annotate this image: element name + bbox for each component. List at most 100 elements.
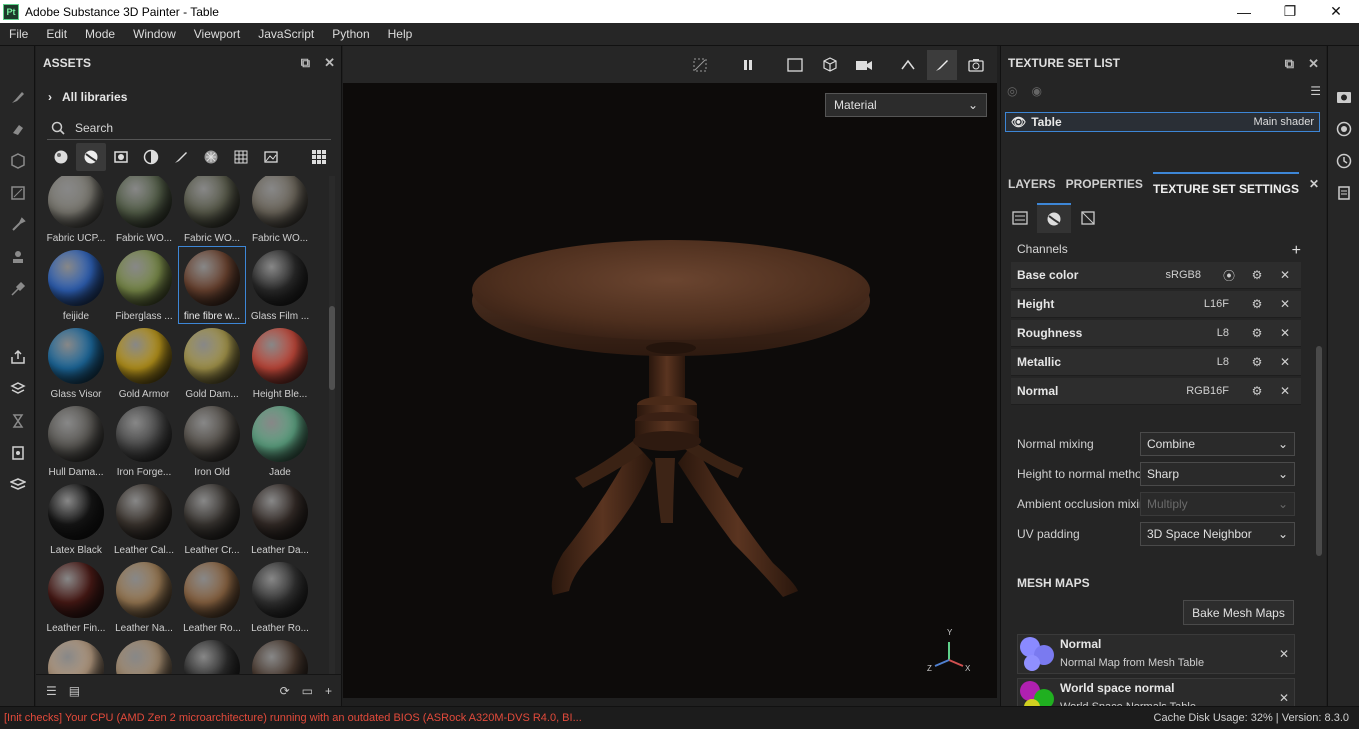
mesh-map-card[interactable]: World space normalWorld Space Normals Ta…: [1017, 678, 1295, 706]
menu-javascript[interactable]: JavaScript: [249, 27, 323, 41]
gear-icon[interactable]: ⚙: [1247, 265, 1267, 285]
asset-item[interactable]: Fiberglass ...: [110, 246, 178, 324]
tab-properties[interactable]: PROPERTIES: [1066, 177, 1143, 191]
texture-set-row[interactable]: 👁 Table Main shader: [1005, 112, 1320, 132]
undock-icon[interactable]: ⧉: [1285, 56, 1294, 72]
pause-icon[interactable]: [733, 50, 763, 80]
list-view-icon[interactable]: ▤: [69, 684, 80, 698]
channel-format[interactable]: L8: [1217, 356, 1229, 368]
menu-icon[interactable]: ☰: [1310, 84, 1321, 104]
close-icon[interactable]: ✕: [1308, 56, 1319, 72]
hidden-eye-icon[interactable]: ◎: [1007, 84, 1017, 104]
menu-help[interactable]: Help: [379, 27, 422, 41]
asset-item[interactable]: feijide: [42, 246, 110, 324]
export-icon[interactable]: [9, 348, 27, 366]
asset-item[interactable]: Glass Visor: [42, 324, 110, 402]
menu-python[interactable]: Python: [323, 27, 378, 41]
asset-item[interactable]: [178, 636, 246, 674]
asset-item[interactable]: Leather Ro...: [178, 558, 246, 636]
symmetry-icon[interactable]: [893, 50, 923, 80]
filter-list-icon[interactable]: ☰: [46, 684, 57, 698]
menu-window[interactable]: Window: [124, 27, 185, 41]
shader-name[interactable]: Main shader: [1253, 116, 1314, 128]
asset-item[interactable]: Leather Na...: [110, 558, 178, 636]
materials-filter-icon[interactable]: [46, 143, 76, 171]
viewport-mode-select[interactable]: Material ⌄: [825, 93, 987, 117]
close-icon[interactable]: ✕: [324, 55, 335, 71]
asset-item[interactable]: Iron Old: [178, 402, 246, 480]
texture-set-scrollbar[interactable]: [1314, 236, 1324, 706]
asset-item[interactable]: Fabric WO...: [110, 176, 178, 246]
asset-item[interactable]: Hull Dama...: [42, 402, 110, 480]
asset-item[interactable]: Fabric UCP...: [42, 176, 110, 246]
textures-filter-icon[interactable]: [196, 143, 226, 171]
eye-icon[interactable]: ◉: [1031, 84, 1041, 104]
uv-subtab-icon[interactable]: [1071, 203, 1105, 233]
close-tab-icon[interactable]: ✕: [1309, 177, 1319, 191]
environments-filter-icon[interactable]: [256, 143, 286, 171]
asset-item[interactable]: Leather Cal...: [110, 480, 178, 558]
channel-row[interactable]: Metallic L8 ⚙ ✕: [1011, 349, 1301, 376]
add-icon[interactable]: +: [325, 684, 332, 698]
asset-item[interactable]: Jade: [246, 402, 314, 480]
property-select[interactable]: Sharp ⌄: [1140, 462, 1295, 486]
asset-item[interactable]: Gold Dam...: [178, 324, 246, 402]
asset-item[interactable]: Gold Armor: [110, 324, 178, 402]
smudge-icon[interactable]: [9, 216, 27, 234]
asset-item[interactable]: Leather Cr...: [178, 480, 246, 558]
maximize-button[interactable]: ❐: [1267, 0, 1313, 23]
log-icon[interactable]: [1335, 184, 1353, 202]
channel-format[interactable]: RGB16F: [1186, 385, 1229, 397]
minimize-button[interactable]: —: [1221, 0, 1267, 23]
undock-icon[interactable]: ⧉: [301, 55, 310, 71]
asset-item[interactable]: Leather Da...: [246, 480, 314, 558]
paint-mode-icon[interactable]: [927, 49, 957, 80]
channel-format[interactable]: L8: [1217, 327, 1229, 339]
bake-mesh-maps-button[interactable]: Bake Mesh Maps: [1183, 600, 1294, 625]
refresh-icon[interactable]: ⟳: [280, 684, 290, 698]
channel-format[interactable]: L16F: [1204, 298, 1229, 310]
camera-icon[interactable]: [849, 50, 879, 80]
asset-item[interactable]: Iron Forge...: [110, 402, 178, 480]
asset-item[interactable]: Latex Black: [42, 480, 110, 558]
masks-filter-icon[interactable]: [106, 143, 136, 171]
screenshot-camera-icon[interactable]: [961, 50, 991, 80]
smart-materials-filter-icon[interactable]: [76, 143, 106, 171]
remove-channel-icon[interactable]: ✕: [1275, 323, 1295, 343]
hourglass-icon[interactable]: [9, 412, 27, 430]
color-profile-icon[interactable]: ⦿: [1219, 265, 1239, 285]
channel-format[interactable]: sRGB8: [1166, 269, 1201, 281]
gear-icon[interactable]: ⚙: [1247, 323, 1267, 343]
filters-filter-icon[interactable]: [226, 143, 256, 171]
asset-item[interactable]: [246, 636, 314, 674]
menu-mode[interactable]: Mode: [76, 27, 124, 41]
property-select[interactable]: Combine ⌄: [1140, 432, 1295, 456]
clone-stamp-icon[interactable]: [9, 248, 27, 266]
mesh-map-card[interactable]: Normal Normal Map from Mesh Table ✕: [1017, 634, 1295, 674]
cube-icon[interactable]: [815, 50, 845, 80]
assets-scroll-thumb[interactable]: [329, 306, 335, 390]
asset-item[interactable]: Glass Film ...: [246, 246, 314, 324]
history-icon[interactable]: [1335, 152, 1353, 170]
asset-item[interactable]: Fabric WO...: [246, 176, 314, 246]
book-icon[interactable]: [9, 476, 27, 494]
projection-icon[interactable]: [9, 152, 27, 170]
gear-icon[interactable]: ⚙: [1247, 294, 1267, 314]
remove-channel-icon[interactable]: ✕: [1275, 265, 1295, 285]
asset-item[interactable]: fine fibre w...: [178, 246, 246, 324]
menu-edit[interactable]: Edit: [37, 27, 76, 41]
asset-item[interactable]: Leather Fin...: [42, 558, 110, 636]
remove-channel-icon[interactable]: ✕: [1275, 294, 1295, 314]
smart-masks-filter-icon[interactable]: [136, 143, 166, 171]
asset-item[interactable]: Fabric WO...: [178, 176, 246, 246]
tab-texture-set-settings[interactable]: TEXTURE SET SETTINGS: [1152, 172, 1299, 196]
channel-row[interactable]: Normal RGB16F ⚙ ✕: [1011, 378, 1301, 405]
display-settings-icon[interactable]: [1335, 120, 1353, 138]
gear-icon[interactable]: ⚙: [1247, 381, 1267, 401]
document-icon[interactable]: [9, 444, 27, 462]
asset-item[interactable]: Height Ble...: [246, 324, 314, 402]
add-channel-icon[interactable]: +: [1292, 242, 1301, 260]
property-select[interactable]: 3D Space Neighbor ⌄: [1140, 522, 1295, 546]
remove-mesh-map-icon[interactable]: ✕: [1274, 679, 1294, 706]
grid-view-icon[interactable]: [304, 143, 334, 171]
